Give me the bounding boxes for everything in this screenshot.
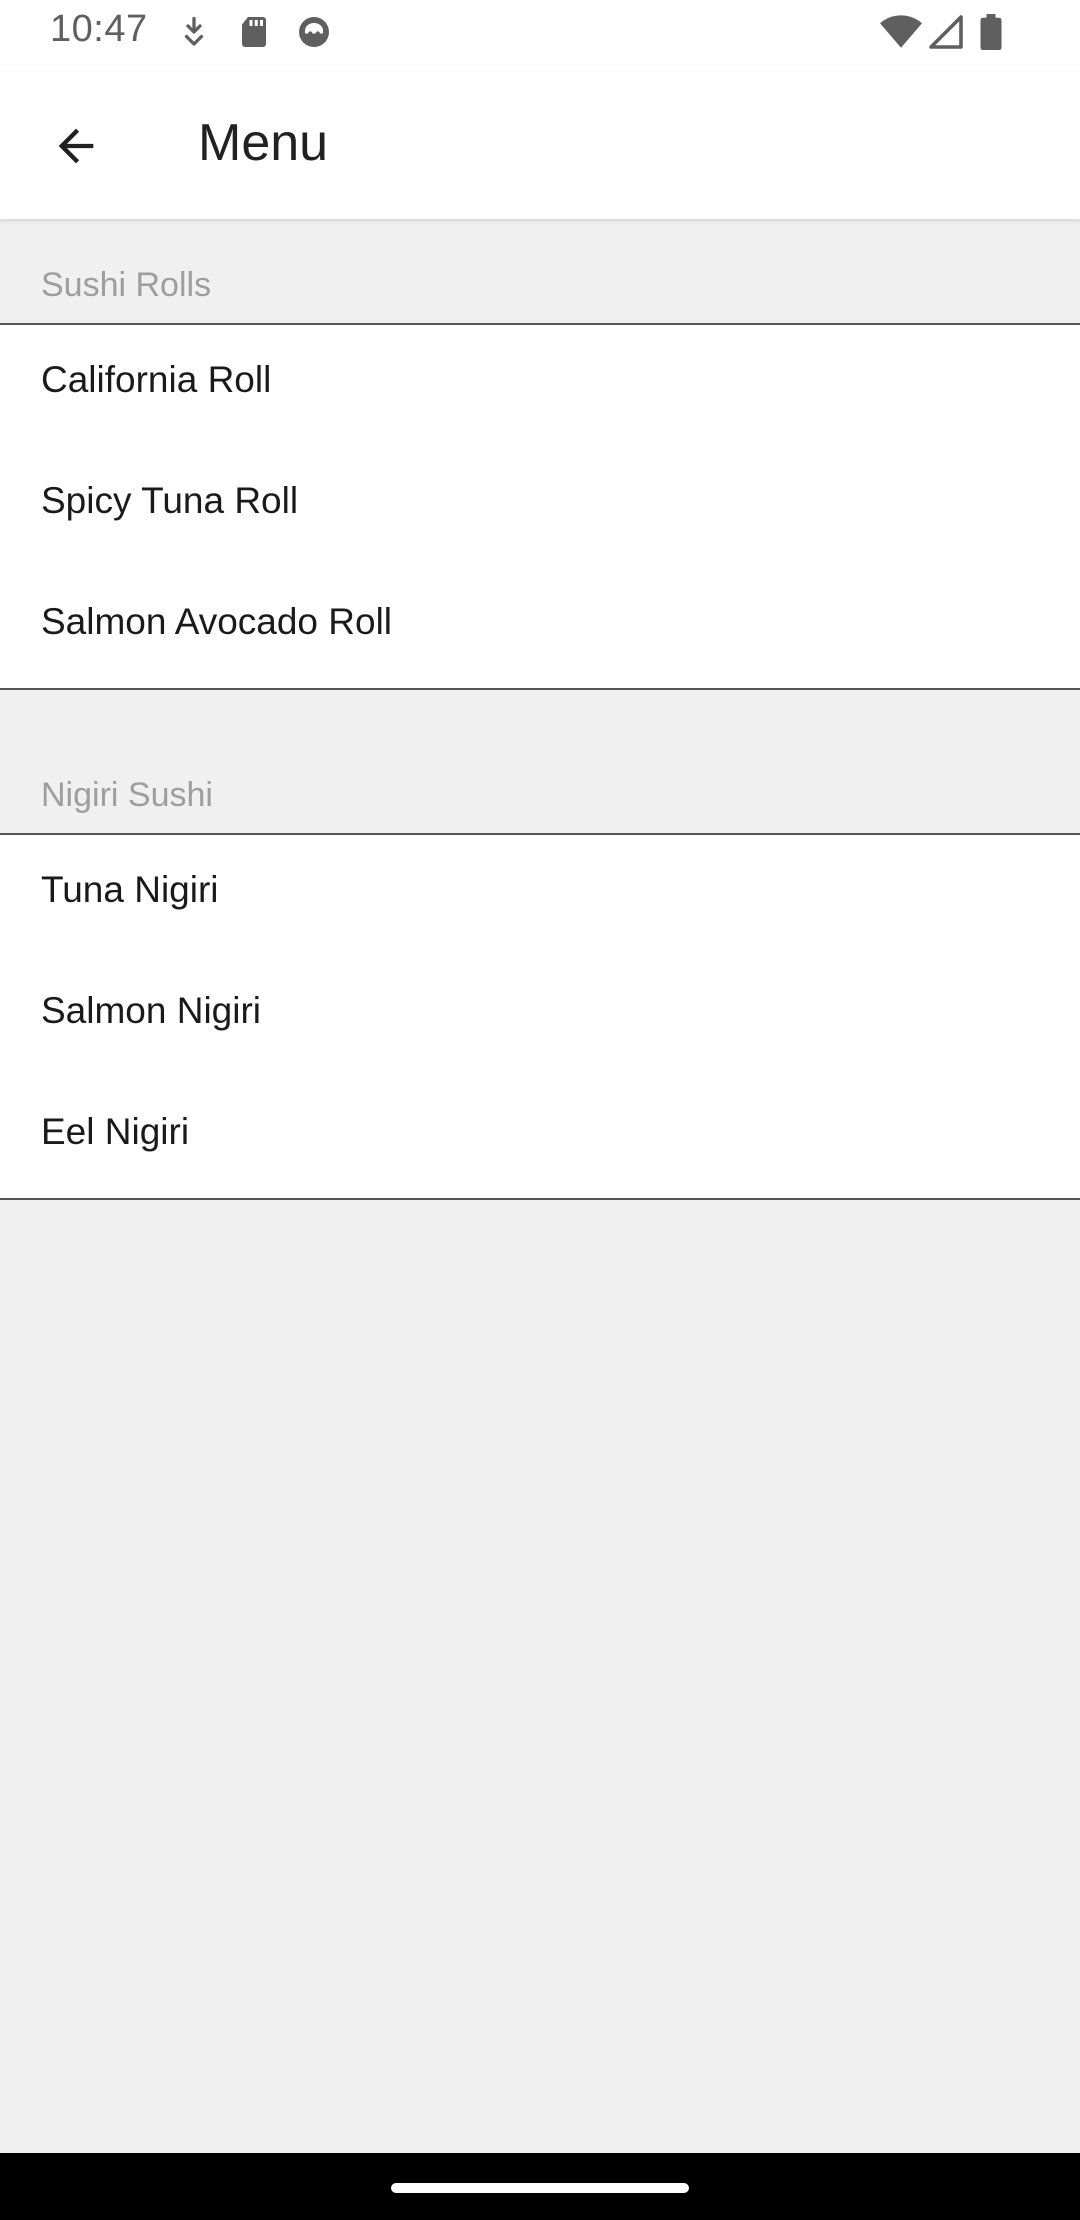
sd-card-icon (236, 14, 272, 50)
home-gesture-handle[interactable] (391, 2183, 689, 2193)
list-item-california-roll[interactable]: California Roll (0, 325, 1080, 446)
app-bar: Menu (0, 66, 1080, 219)
arrow-left-icon (50, 120, 102, 177)
battery-icon (978, 14, 1004, 50)
cellular-signal-icon (928, 14, 964, 50)
list-item-label: Eel Nigiri (41, 1111, 190, 1152)
list-item-salmon-nigiri[interactable]: Salmon Nigiri (0, 956, 1080, 1077)
section-header-label: Nigiri Sushi (41, 776, 213, 814)
wifi-icon (880, 14, 922, 50)
section-header-sushi-rolls: Sushi Rolls (0, 219, 1080, 323)
list-item-label: Tuna Nigiri (41, 869, 219, 910)
cat-face-icon (296, 14, 332, 50)
list-item-eel-nigiri[interactable]: Eel Nigiri (0, 1077, 1080, 1198)
back-button[interactable] (34, 106, 118, 190)
status-bar: 10:47 (0, 0, 1080, 66)
list-item-tuna-nigiri[interactable]: Tuna Nigiri (0, 835, 1080, 956)
list-item-label: Salmon Nigiri (41, 990, 262, 1031)
section-list-nigiri-sushi: Tuna Nigiri Salmon Nigiri Eel Nigiri (0, 833, 1080, 1200)
list-item-label: Spicy Tuna Roll (41, 480, 299, 521)
list-item-label: California Roll (41, 359, 272, 400)
navigation-bar (0, 2153, 1080, 2220)
status-time: 10:47 (50, 8, 148, 50)
section-header-label: Sushi Rolls (41, 266, 212, 304)
section-list-sushi-rolls: California Roll Spicy Tuna Roll Salmon A… (0, 323, 1080, 690)
download-icon (176, 14, 212, 50)
screen: 10:47 Menu Sushi Rolls California Roll S… (0, 0, 1080, 2220)
list-item-label: Salmon Avocado Roll (41, 601, 393, 642)
list-item-spicy-tuna-roll[interactable]: Spicy Tuna Roll (0, 446, 1080, 567)
page-title: Menu (198, 114, 329, 172)
list-item-salmon-avocado-roll[interactable]: Salmon Avocado Roll (0, 567, 1080, 688)
section-header-nigiri-sushi: Nigiri Sushi (0, 690, 1080, 833)
